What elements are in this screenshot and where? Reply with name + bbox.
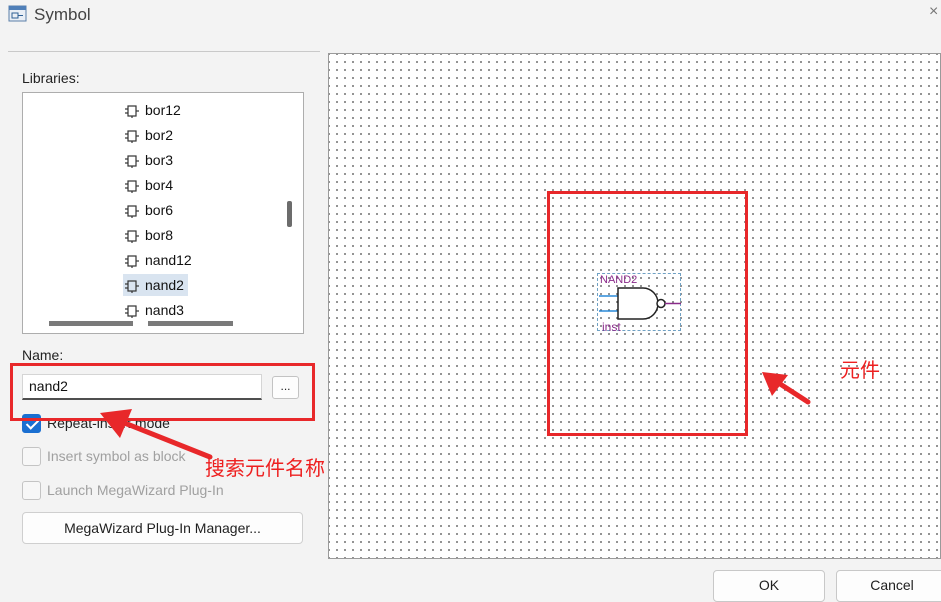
tree-item-label: nand12	[145, 252, 192, 268]
horizontal-scrollbar[interactable]	[49, 321, 133, 326]
symbol-icon	[125, 130, 139, 143]
annotation-component-text: 元件	[840, 358, 880, 382]
tree-item-label: bor2	[145, 127, 174, 143]
tree-item-bor3[interactable]: bor3	[123, 149, 177, 171]
symbol-icon	[125, 180, 139, 193]
tree-item-bor12[interactable]: bor12	[123, 99, 185, 121]
launch-megawizard-label: Launch MegaWizard Plug-In	[47, 482, 224, 498]
tree-item-label: bor8	[145, 227, 174, 243]
tree-item-label: bor3	[145, 152, 174, 168]
tree-item-label: nand3	[145, 302, 184, 318]
annotation-arrow-icon	[100, 409, 213, 460]
tree-item-nand12[interactable]: nand12	[123, 249, 196, 271]
ok-button[interactable]: OK	[713, 570, 825, 602]
tree-item-bor6[interactable]: bor6	[123, 199, 177, 221]
symbol-icon	[125, 280, 139, 293]
symbol-icon	[125, 305, 139, 318]
libraries-label: Libraries:	[22, 70, 80, 86]
tree-item-nand2[interactable]: nand2	[123, 274, 188, 296]
tree-item-label: bor6	[145, 202, 174, 218]
divider	[8, 51, 320, 52]
vertical-scrollbar[interactable]	[287, 201, 292, 227]
checkbox-icon[interactable]	[22, 481, 41, 500]
symbol-app-icon	[8, 4, 28, 24]
symbol-icon	[125, 105, 139, 118]
libraries-tree[interactable]: bor12 bor2 bor3 bor4 bor6 bor8 nand12 na…	[22, 92, 304, 334]
tree-item-bor2[interactable]: bor2	[123, 124, 177, 146]
annotation-box-symbol	[547, 191, 748, 436]
symbol-icon	[125, 205, 139, 218]
tree-item-label: bor12	[145, 102, 181, 118]
annotation-arrow-icon	[762, 372, 811, 405]
tree-item-nand3[interactable]: nand3	[123, 299, 188, 321]
launch-megawizard-checkbox[interactable]: Launch MegaWizard Plug-In	[22, 480, 224, 502]
title-bar: Symbol ×	[0, 0, 941, 34]
tree-item-label: nand2	[145, 277, 184, 293]
horizontal-scrollbar-thumb[interactable]	[148, 321, 233, 326]
close-icon[interactable]: ×	[929, 3, 941, 25]
cancel-button[interactable]: Cancel	[836, 570, 941, 602]
tree-item-label: bor4	[145, 177, 174, 193]
name-label: Name:	[22, 347, 64, 363]
symbol-icon	[125, 155, 139, 168]
annotation-search-text: 搜索元件名称	[205, 456, 325, 480]
symbol-icon	[125, 255, 139, 268]
tree-item-bor8[interactable]: bor8	[123, 224, 177, 246]
megawizard-manager-button[interactable]: MegaWizard Plug-In Manager...	[22, 512, 303, 544]
window-title: Symbol	[34, 5, 91, 24]
symbol-icon	[125, 230, 139, 243]
tree-item-bor4[interactable]: bor4	[123, 174, 177, 196]
checkbox-icon[interactable]	[22, 447, 41, 466]
